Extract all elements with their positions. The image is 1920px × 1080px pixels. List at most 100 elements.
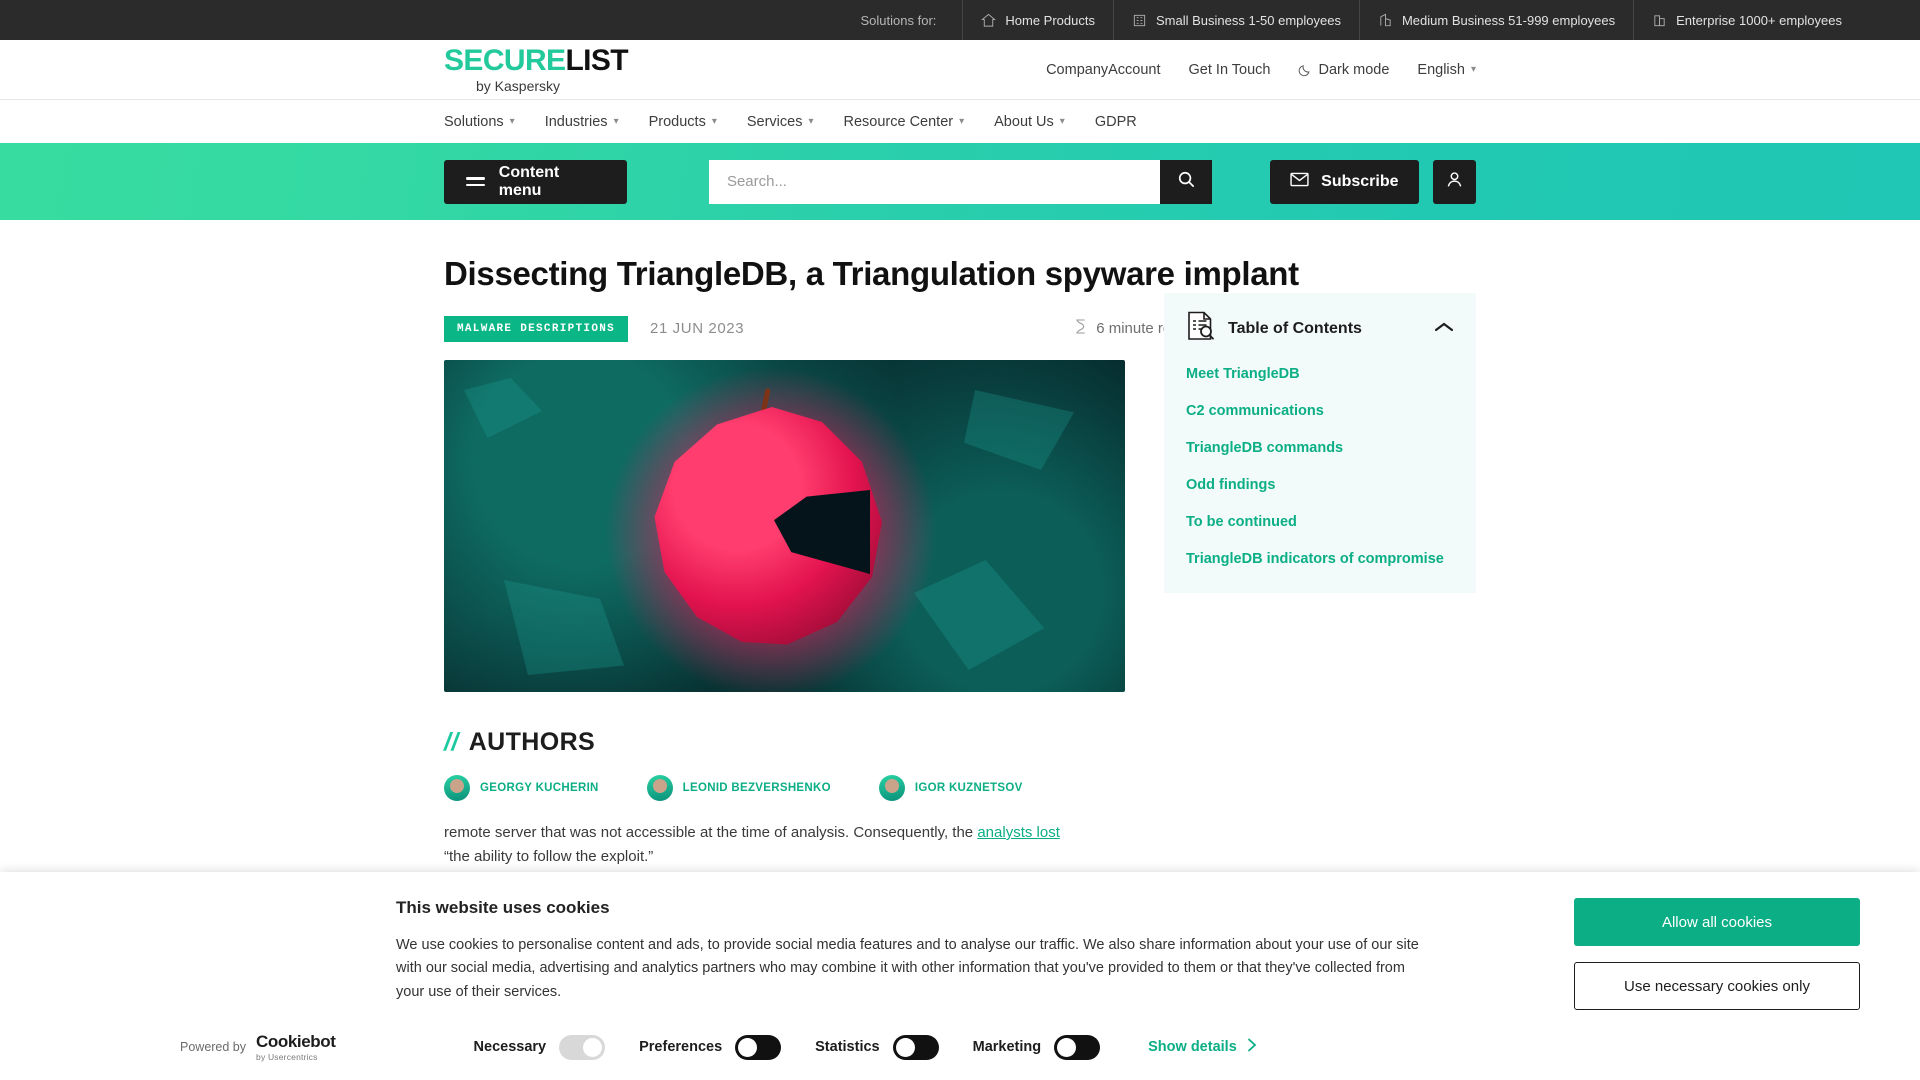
avatar	[646, 774, 673, 801]
topbar-item-medium-business[interactable]: Medium Business 51-999 employees	[1358, 0, 1633, 40]
toggle-knob	[583, 1037, 603, 1057]
nav-item-about-us[interactable]: About Us ▾	[994, 114, 1065, 130]
hamburger-icon	[466, 177, 485, 186]
toggle-group-preferences: Preferences	[639, 1034, 782, 1060]
publish-date: 21 JUN 2023	[650, 320, 745, 338]
toc-header: Table of Contents	[1186, 311, 1454, 346]
link-label: Dark mode	[1318, 61, 1390, 78]
masthead-links: CompanyAccount Get In Touch Dark mode En…	[1046, 62, 1476, 78]
toggle-knob	[738, 1037, 758, 1057]
cookiebot-brand: Cookiebot	[256, 1032, 336, 1051]
solutions-for-label: Solutions for:	[860, 12, 937, 28]
content-menu-label: Content menu	[498, 163, 560, 199]
subscribe-label: Subscribe	[1321, 172, 1399, 190]
home-icon	[981, 13, 997, 28]
authors-list: GEORGY KUCHERIN LEONID BEZVERSHENKO IGOR…	[444, 774, 1476, 801]
nav-item-industries[interactable]: Industries ▾	[545, 114, 619, 130]
author-entry[interactable]: GEORGY KUCHERIN	[444, 774, 599, 801]
utility-top-bar: Solutions for: Home Products Small Busin…	[0, 0, 1920, 40]
logo-list-text: LIST	[565, 44, 629, 77]
cookie-heading: This website uses cookies	[396, 898, 610, 917]
topbar-item-label: Enterprise 1000+ employees	[1676, 12, 1842, 28]
category-tag[interactable]: MALWARE DESCRIPTIONS	[444, 315, 629, 342]
nav-item-resource-center[interactable]: Resource Center ▾	[844, 114, 965, 130]
topbar-item-small-business[interactable]: Small Business 1-50 employees	[1112, 0, 1359, 40]
chevron-up-icon[interactable]	[1434, 320, 1454, 338]
use-necessary-cookies-button[interactable]: Use necessary cookies only	[1574, 962, 1860, 1010]
document-search-icon	[1186, 311, 1214, 346]
toggle-knob	[1057, 1037, 1077, 1057]
page-root: Solutions for: Home Products Small Busin…	[0, 0, 1920, 1080]
topbar-item-enterprise[interactable]: Enterprise 1000+ employees	[1633, 0, 1860, 40]
user-icon	[1445, 170, 1464, 194]
nav-item-products[interactable]: Products ▾	[649, 114, 717, 130]
author-name: GEORGY KUCHERIN	[480, 781, 599, 794]
primary-nav-row: Solutions ▾ Industries ▾ Products ▾ Service…	[0, 99, 1920, 143]
body-inline-link[interactable]: analysts lost	[977, 824, 1060, 841]
body-paragraph-end: “the ability to follow the exploit.”	[444, 848, 654, 866]
authors-heading-label: AUTHORS	[468, 727, 596, 756]
author-entry[interactable]: LEONID BEZVERSHENKO	[646, 774, 831, 801]
nav-item-solutions[interactable]: Solutions ▾	[444, 114, 515, 130]
marketing-toggle[interactable]	[1054, 1034, 1101, 1060]
account-button[interactable]	[1432, 159, 1476, 204]
language-selector[interactable]: English ▾	[1417, 62, 1476, 78]
nav-label: Solutions	[444, 113, 504, 130]
chevron-down-icon: ▾	[711, 116, 717, 127]
dark-mode-toggle[interactable]: Dark mode	[1298, 62, 1389, 78]
hourglass-icon	[1074, 319, 1087, 338]
toc-list: Meet TriangleDB C2 communications Triang…	[1186, 366, 1454, 567]
content-menu-button[interactable]: Content menu	[444, 159, 627, 204]
search-input[interactable]	[708, 159, 1161, 204]
author-name: IGOR KUZNETSOV	[914, 781, 1023, 794]
search-button[interactable]	[1160, 159, 1213, 204]
toc-link-to-be-continued[interactable]: To be continued	[1186, 514, 1454, 530]
toc-link-odd-findings[interactable]: Odd findings	[1186, 477, 1454, 493]
nav-label: Resource Center	[843, 113, 954, 130]
toggle-label: Statistics	[815, 1039, 880, 1055]
author-entry[interactable]: IGOR KUZNETSOV	[878, 774, 1023, 801]
link-company-account[interactable]: CompanyAccount	[1046, 62, 1160, 78]
cookie-consent-banner: This website uses cookies We use cookies…	[0, 872, 1920, 1080]
powered-by-cookiebot[interactable]: Powered by Cookiebot by Usercentrics	[180, 1032, 336, 1062]
securelist-logo[interactable]: SECURELIST by Kaspersky	[444, 44, 629, 94]
author-name: LEONID BEZVERSHENKO	[682, 781, 831, 794]
cookie-description: We use cookies to personalise content an…	[396, 937, 1419, 1000]
show-details-button[interactable]: Show details	[1148, 1038, 1257, 1056]
toc-link-triangledb-commands[interactable]: TriangleDB commands	[1186, 440, 1454, 456]
enterprise-building-icon	[1652, 13, 1667, 28]
heading-slashes: //	[444, 727, 459, 756]
necessary-toggle[interactable]	[559, 1034, 606, 1060]
subscribe-button[interactable]: Subscribe	[1270, 159, 1419, 204]
show-details-label: Show details	[1148, 1039, 1237, 1055]
nav-label: Industries	[544, 113, 608, 130]
topbar-item-home-products[interactable]: Home Products	[962, 0, 1113, 40]
allow-all-cookies-button[interactable]: Allow all cookies	[1574, 898, 1860, 946]
link-get-in-touch[interactable]: Get In Touch	[1189, 62, 1271, 78]
topbar-item-label: Medium Business 51-999 employees	[1401, 12, 1616, 28]
article-container: Dissecting TriangleDB, a Triangulation s…	[444, 220, 1476, 870]
toc-link-meet-triangledb[interactable]: Meet TriangleDB	[1186, 366, 1454, 382]
toc-link-indicators-of-compromise[interactable]: TriangleDB indicators of compromise	[1186, 551, 1454, 567]
toggle-label: Necessary	[473, 1039, 547, 1055]
nav-item-services[interactable]: Services ▾	[747, 114, 814, 130]
link-label: Get In Touch	[1188, 61, 1271, 78]
toggle-group-marketing: Marketing	[973, 1034, 1101, 1060]
nav-label: Products	[648, 113, 706, 130]
statistics-toggle[interactable]	[892, 1034, 939, 1060]
logo-secure-text: SECURE	[444, 44, 566, 77]
nav-item-gdpr[interactable]: GDPR	[1095, 114, 1137, 130]
chevron-right-icon	[1247, 1038, 1257, 1056]
medium-building-icon	[1378, 13, 1393, 28]
nav-label: About Us	[994, 113, 1054, 130]
cookiebot-subbrand: by Usercentrics	[256, 1052, 318, 1062]
avatar	[444, 774, 470, 801]
preferences-toggle[interactable]	[735, 1034, 782, 1060]
toc-link-c2-communications[interactable]: C2 communications	[1186, 403, 1454, 419]
nav-label: GDPR	[1094, 113, 1137, 130]
small-building-icon	[1132, 13, 1147, 28]
avatar	[878, 774, 905, 801]
cookiebot-logo: Cookiebot by Usercentrics	[256, 1032, 336, 1062]
chevron-down-icon: ▾	[1470, 64, 1476, 75]
article-hero-image	[444, 359, 1125, 692]
